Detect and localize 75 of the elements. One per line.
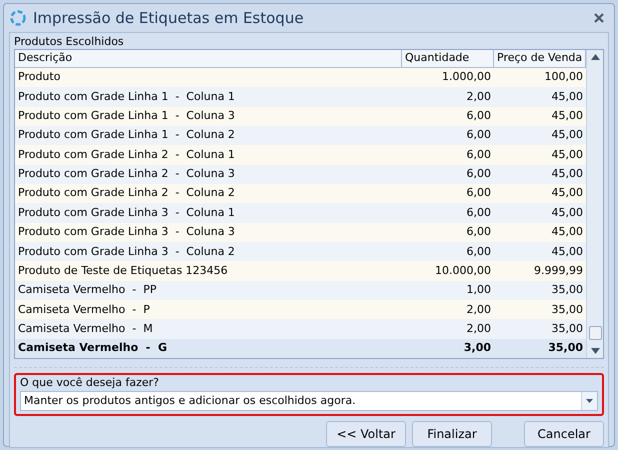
- table-cell-text: 45,00: [550, 88, 584, 105]
- table-row[interactable]: Produto com Grade Linha 1 - Coluna 3 6,00 45,00: [15, 106, 586, 126]
- group-title: Produtos Escolhidos: [14, 35, 125, 49]
- window-title: Impressão de Etiquetas em Estoque: [33, 8, 304, 29]
- table-row[interactable]: Camiseta Vermelho - PP 1,00 35,00: [15, 280, 586, 300]
- table-cell-text: Produto de Teste de Etiquetas 123456: [17, 262, 229, 279]
- table-cell-text: 2,00: [466, 320, 492, 337]
- table-cell-text: Camiseta Vermelho - P: [17, 302, 151, 318]
- table-row[interactable]: Camiseta Vermelho - P 2,00 35,00: [15, 300, 586, 320]
- table-cell-text: 10.000,00: [434, 262, 492, 279]
- table-row[interactable]: Produto com Grade Linha 2 - Coluna 2 6,00 45,00: [15, 184, 586, 204]
- scroll-thumb[interactable]: [588, 326, 602, 340]
- caret-icon[interactable]: [586, 399, 593, 404]
- table-cell-text: 35,00: [550, 302, 584, 318]
- table-cell-text: Produto com Grade Linha 2 - Coluna 2: [17, 185, 236, 202]
- close-icon[interactable]: [593, 12, 605, 24]
- table-row[interactable]: Camiseta Vermelho - M 2,00 35,00: [15, 319, 586, 339]
- table-cell-text: 35,00: [550, 320, 584, 337]
- action-label: O que você deseja fazer?: [20, 376, 160, 390]
- table-row[interactable]: Produto com Grade Linha 2 - Coluna 3 6,00 45,00: [15, 164, 586, 184]
- table-cell-text: Produto com Grade Linha 1 - Coluna 2: [17, 127, 236, 144]
- table-cell-text: Produto com Grade Linha 3 - Coluna 3: [17, 224, 236, 240]
- action-dropdown[interactable]: Manter os produtos antigos e adicionar os escolhidos agora.: [20, 391, 598, 412]
- table-row[interactable]: Produto com Grade Linha 1 - Coluna 2 6,00 45,00: [15, 126, 586, 146]
- table-cell-text: 6,00: [466, 185, 492, 202]
- table-cell-text: 45,00: [550, 166, 584, 182]
- table-cell-text: 35,00: [550, 282, 584, 298]
- table-row[interactable]: Produto com Grade Linha 3 - Coluna 1 6,00 45,00: [15, 203, 586, 223]
- table-cell-text: 6,00: [466, 108, 492, 124]
- table-cell-text: 45,00: [550, 204, 584, 221]
- table-cell-text: 100,00: [544, 69, 584, 86]
- table-cell-text: 3,00: [462, 340, 492, 356]
- table-cell-text: 2,00: [466, 302, 492, 318]
- table-cell-text: 1,00: [466, 282, 492, 298]
- dialog-button[interactable]: << Voltar: [326, 421, 406, 448]
- table-cell-text: 1.000,00: [441, 69, 492, 86]
- table-cell-text: 6,00: [466, 204, 492, 221]
- table-row[interactable]: Produto com Grade Linha 3 - Coluna 3 6,00 45,00: [15, 222, 586, 242]
- table-row[interactable]: Produto com Grade Linha 2 - Coluna 1 6,00 45,00: [15, 145, 586, 165]
- table-cell-text: 45,00: [550, 244, 584, 260]
- table-row[interactable]: Produto de Teste de Etiquetas 123456 10.000,00 9.999,99: [15, 261, 586, 281]
- column-header[interactable]: Quantidade: [402, 50, 494, 67]
- table-cell-text: 6,00: [466, 166, 492, 182]
- table-cell-text: 45,00: [550, 146, 584, 163]
- table-cell-text: Produto com Grade Linha 2 - Coluna 3: [17, 166, 236, 182]
- table-cell-text: Produto com Grade Linha 1 - Coluna 3: [17, 108, 236, 124]
- dialog-button[interactable]: Cancelar: [524, 421, 604, 448]
- table-cell-text: 2,00: [466, 88, 492, 105]
- table-cell-text: Produto com Grade Linha 2 - Coluna 1: [17, 146, 236, 163]
- table-cell-text: Produto com Grade Linha 3 - Coluna 1: [17, 204, 236, 221]
- column-header[interactable]: Descrição: [15, 50, 402, 67]
- table-row[interactable]: Produto 1.000,00 100,00: [15, 68, 586, 88]
- table-cell-text: Produto: [17, 69, 62, 86]
- table-row[interactable]: Produto com Grade Linha 3 - Coluna 2 6,00 45,00: [15, 242, 586, 262]
- table-cell-text: 6,00: [466, 127, 492, 144]
- table-cell-text: Produto com Grade Linha 3 - Coluna 2: [17, 244, 236, 260]
- table-cell-text: 45,00: [550, 224, 584, 240]
- table-cell-text: 6,00: [466, 224, 492, 240]
- scrollbar[interactable]: [586, 50, 603, 358]
- table-cell-text: 35,00: [547, 340, 584, 356]
- table-cell-text: Camiseta Vermelho - M: [17, 320, 154, 337]
- table-cell-text: 45,00: [550, 108, 584, 124]
- table-cell-text: 45,00: [550, 127, 584, 144]
- table-cell-text: 6,00: [466, 146, 492, 163]
- table-cell-text: Camiseta Vermelho - G: [17, 340, 168, 356]
- scroll-up-icon[interactable]: [590, 54, 600, 60]
- table-cell-text: 9.999,99: [533, 262, 584, 279]
- table-row[interactable]: Camiseta Vermelho - G 3,00 35,00: [15, 338, 586, 358]
- scroll-down-icon[interactable]: [590, 348, 600, 354]
- table-cell-text: 6,00: [466, 244, 492, 260]
- table-cell-text: Camiseta Vermelho - PP: [17, 282, 158, 298]
- dialog-button[interactable]: Finalizar: [412, 421, 492, 448]
- table-row[interactable]: Produto com Grade Linha 1 - Coluna 1 2,00 45,00: [15, 87, 586, 107]
- table-cell-text: Produto com Grade Linha 1 - Coluna 1: [17, 88, 236, 105]
- table-cell-text: 45,00: [550, 185, 584, 202]
